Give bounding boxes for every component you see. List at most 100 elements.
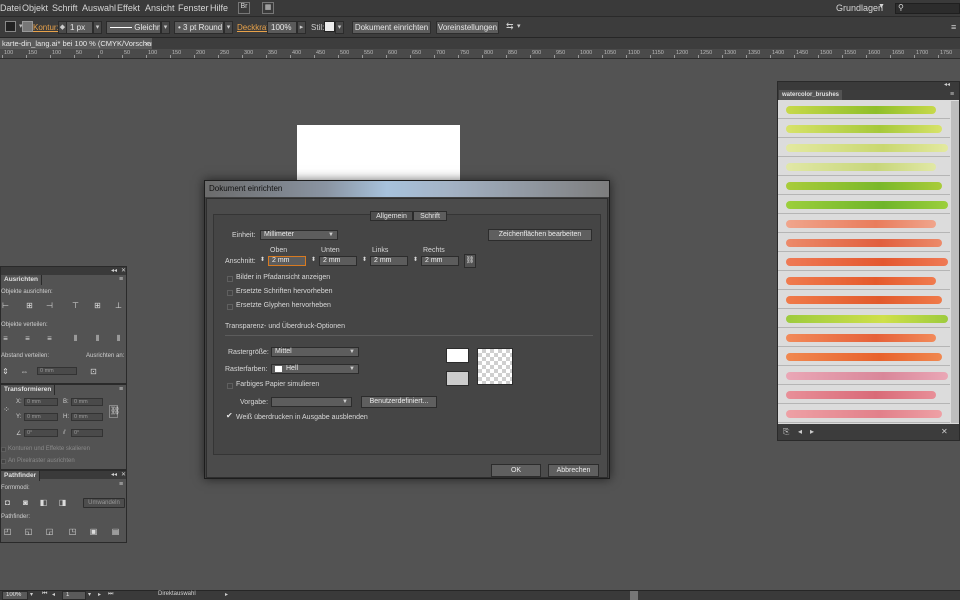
reference-point-icon[interactable]: ⁘: [2, 405, 11, 414]
menu-objekt[interactable]: Objekt: [22, 3, 48, 13]
crop-icon[interactable]: ◳: [68, 527, 77, 536]
brush-library-icon[interactable]: ⎘: [783, 427, 789, 437]
show-images-checkbox[interactable]: [227, 276, 233, 282]
panel-menu-icon[interactable]: ≡: [950, 91, 954, 98]
artboard[interactable]: [297, 125, 460, 181]
chevron-down-icon[interactable]: ▼: [878, 3, 885, 10]
dialog-titlebar[interactable]: Dokument einrichten: [205, 181, 609, 197]
unite-icon[interactable]: ◘: [3, 498, 12, 507]
collapse-icon[interactable]: ◂◂: [111, 267, 117, 274]
menu-auswahl[interactable]: Auswahl: [82, 3, 116, 13]
scroll-thumb[interactable]: [630, 591, 638, 600]
x-field[interactable]: 0 mm: [24, 398, 58, 406]
divide-icon[interactable]: ◰: [3, 527, 12, 536]
brush-item[interactable]: [778, 310, 950, 328]
tab-allgemein[interactable]: Allgemein: [370, 211, 413, 221]
expand-button[interactable]: Umwandeln: [83, 498, 125, 508]
document-tab[interactable]: karte-din_lang.ai* bei 100 % (CMYK/Vorsc…: [0, 38, 152, 49]
chevron-right-icon[interactable]: ▸: [225, 591, 228, 598]
menu-hilfe[interactable]: Hilfe: [210, 3, 228, 13]
tab-watercolor-brushes[interactable]: watercolor_brushes: [779, 90, 843, 100]
menu-ansicht[interactable]: Ansicht: [145, 3, 175, 13]
menu-schrift[interactable]: Schrift: [52, 3, 78, 13]
brush-item[interactable]: [778, 291, 950, 309]
stroke-weight-field[interactable]: 1 px: [66, 21, 93, 34]
align-right-icon[interactable]: ⊣: [45, 301, 54, 310]
chevron-down-icon[interactable]: ▾: [93, 21, 102, 34]
brush-item[interactable]: [778, 272, 950, 290]
highlight-glyphs-checkbox[interactable]: [227, 304, 233, 310]
preset-select[interactable]: ▼: [271, 397, 352, 407]
panel-titlebar[interactable]: [778, 82, 959, 90]
first-page-icon[interactable]: ⏮: [42, 591, 47, 598]
link-icon[interactable]: ⛓: [464, 254, 476, 268]
brush-item[interactable]: [778, 405, 950, 423]
trim-icon[interactable]: ◱: [24, 527, 33, 536]
document-setup-button[interactable]: Dokument einrichten: [352, 21, 431, 34]
brush-item[interactable]: [778, 386, 950, 404]
panel-menu-icon[interactable]: ≡: [119, 276, 123, 283]
minus-back-icon[interactable]: ▤: [111, 527, 120, 536]
distribute-hspace-icon[interactable]: ⇔: [20, 367, 29, 376]
zoom-field[interactable]: 100%: [2, 591, 28, 600]
align-bottom-icon[interactable]: ⊥: [114, 301, 123, 310]
collapse-icon[interactable]: ◂◂: [944, 81, 950, 88]
fill-swatch[interactable]: [5, 21, 16, 32]
distribute-right-icon[interactable]: ⫴: [114, 334, 123, 343]
scrollbar[interactable]: [951, 101, 959, 423]
grid-size-select[interactable]: Mittel ▼: [271, 347, 359, 357]
close-icon[interactable]: ✕: [121, 471, 126, 478]
edit-artboards-button[interactable]: Zeichenflächen bearbeiten: [488, 229, 592, 241]
outline-icon[interactable]: ▣: [89, 527, 98, 536]
merge-icon[interactable]: ◲: [45, 527, 54, 536]
chevron-left-icon[interactable]: ◂: [798, 427, 802, 436]
angle-field[interactable]: 0°: [24, 429, 58, 437]
shear-field[interactable]: 0°: [71, 429, 103, 437]
brush-select[interactable]: • 3 pt Round: [174, 21, 224, 34]
tab-schrift[interactable]: Schrift: [413, 211, 447, 221]
brush-item[interactable]: [778, 329, 950, 347]
prev-page-icon[interactable]: ◂: [52, 591, 55, 598]
custom-button[interactable]: Benutzerdefiniert...: [361, 396, 437, 408]
bleed-top-field[interactable]: 2 mm: [268, 256, 306, 266]
minus-front-icon[interactable]: ◙: [21, 498, 30, 507]
grid-colors-select[interactable]: Hell ▼: [271, 364, 359, 374]
panel-menu-icon[interactable]: ≡: [119, 386, 123, 393]
expand-icon[interactable]: ✕: [941, 427, 948, 436]
panel-menu-icon[interactable]: ≡: [951, 22, 956, 32]
panel-menu-icon[interactable]: ≡: [119, 481, 123, 488]
bleed-right-field[interactable]: 2 mm: [421, 256, 459, 266]
intersect-icon[interactable]: ◧: [39, 498, 48, 507]
brush-item[interactable]: [778, 196, 950, 214]
exclude-icon[interactable]: ◨: [58, 498, 67, 507]
chevron-down-icon[interactable]: ▾: [517, 22, 521, 30]
chevron-down-icon[interactable]: ▾: [88, 591, 91, 598]
brush-item[interactable]: [778, 215, 950, 233]
align-to-selection-icon[interactable]: ⊡: [89, 367, 98, 376]
y-field[interactable]: 0 mm: [24, 413, 58, 421]
panel-titlebar[interactable]: [1, 267, 126, 275]
opacity-field[interactable]: 100%: [267, 21, 297, 34]
arrange-icon[interactable]: ▦: [262, 2, 274, 14]
menu-fenster[interactable]: Fenster: [178, 3, 209, 13]
scale-strokes-checkbox[interactable]: [1, 447, 6, 452]
chevron-right-icon[interactable]: ▸: [297, 21, 306, 34]
distribute-vcenter-icon[interactable]: ≡: [23, 334, 32, 343]
brush-item[interactable]: [778, 120, 950, 138]
bridge-icon[interactable]: Br: [238, 2, 250, 14]
close-icon[interactable]: ✕: [121, 267, 126, 274]
pixel-align-checkbox[interactable]: [1, 459, 6, 464]
menu-datei[interactable]: Datei: [0, 3, 21, 13]
menu-effekt[interactable]: Effekt: [117, 3, 140, 13]
brush-item[interactable]: [778, 234, 950, 252]
chevron-down-icon[interactable]: ▾: [335, 21, 344, 34]
simulate-paper-checkbox[interactable]: [227, 383, 233, 389]
close-icon[interactable]: ×: [145, 38, 149, 49]
tab-transformieren[interactable]: Transformieren: [1, 385, 56, 395]
next-page-icon[interactable]: ▸: [98, 591, 101, 598]
arrange-documents-icon[interactable]: ⇆: [506, 21, 514, 32]
width-field[interactable]: 0 mm: [71, 398, 103, 406]
style-swatch[interactable]: [324, 21, 335, 32]
stepper-icon[interactable]: ⬍: [260, 256, 265, 263]
brush-item[interactable]: [778, 158, 950, 176]
